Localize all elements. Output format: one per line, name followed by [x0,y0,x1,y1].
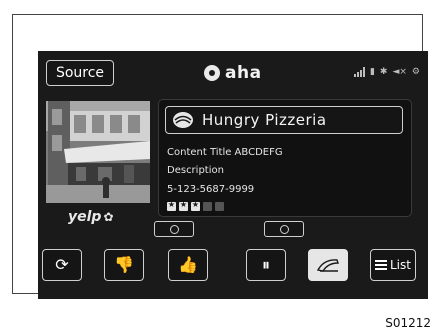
pause-icon: ⏸ [261,255,270,274]
pizza-icon [173,112,193,128]
figure-id: S01212 [385,316,431,330]
mute-icon: ◄× [392,67,407,77]
signal-icon [353,67,365,77]
settings-icon: ⚙ [411,67,420,77]
rating-star [215,202,224,211]
bluetooth-icon: ✱ [379,67,388,77]
repeat-icon: ⟳ [55,255,69,274]
place-name-box[interactable]: Hungry Pizzeria [165,106,403,134]
skip-back-button[interactable] [154,221,194,237]
pause-button[interactable]: ⏸ [246,249,286,281]
skip-forward-30-icon [279,224,289,234]
thumbs-down-icon: 👎 [114,255,134,274]
thumbs-up-icon: 👍 [178,255,198,274]
skip-forward-button[interactable] [264,221,304,237]
place-name: Hungry Pizzeria [202,111,327,129]
list-icon [375,260,387,270]
aha-logo-icon [204,65,220,81]
place-info-panel: Hungry Pizzeria Content Title ABCDEFG De… [158,99,412,217]
rating-star [191,200,200,211]
yelp-logo: yelp ✿ [68,209,114,225]
head-unit-screen: Source aha ▮ ✱ ◄× ⚙ Hungry Pizzeria Cont… [38,51,428,299]
rating-star [179,200,188,211]
brand: aha [204,62,262,84]
status-bar: ▮ ✱ ◄× ⚙ [353,67,420,77]
brand-name: aha [225,63,262,83]
rating-star [167,200,176,211]
phone-handset-icon [316,259,339,272]
source-button[interactable]: Source [46,60,114,86]
skip-back-15-icon [169,224,179,234]
call-button[interactable] [308,249,348,281]
yelp-burst-icon: ✿ [103,210,114,224]
dislike-button[interactable]: 👎 [104,249,144,281]
rating-stars [167,200,224,211]
like-button[interactable]: 👍 [168,249,208,281]
place-photo [46,101,150,203]
phone-number[interactable]: 5-123-5687-9999 [167,184,254,195]
description: Description [167,165,224,176]
rating-star [203,202,212,211]
list-label: List [390,258,411,272]
content-title: Content Title ABCDEFG [167,147,283,158]
repeat-button[interactable]: ⟳ [42,249,82,281]
phone-icon: ▮ [369,67,375,77]
list-button[interactable]: List [370,249,416,281]
yelp-wordmark: yelp [68,209,102,225]
